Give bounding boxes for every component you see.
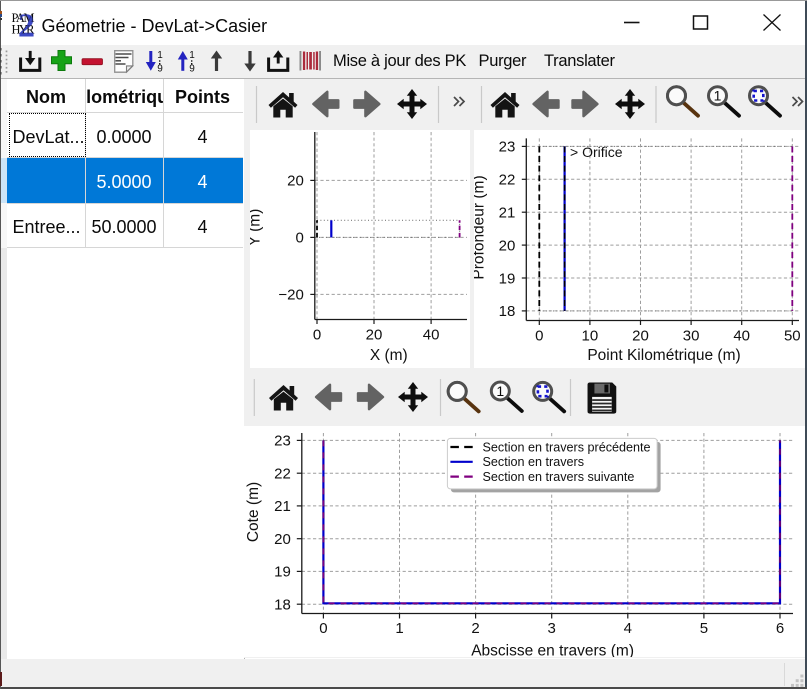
svg-text:Section en travers: Section en travers bbox=[483, 455, 585, 469]
svg-text:22: 22 bbox=[274, 466, 291, 483]
svg-text:0: 0 bbox=[535, 328, 543, 345]
svg-text:30: 30 bbox=[682, 328, 699, 345]
svg-text:23: 23 bbox=[498, 139, 515, 156]
svg-text:20: 20 bbox=[365, 327, 382, 344]
svg-text:21: 21 bbox=[274, 498, 291, 515]
svg-text:X (m): X (m) bbox=[369, 347, 407, 364]
svg-text:10: 10 bbox=[581, 328, 598, 345]
svg-text:Abscisse en travers (m): Abscisse en travers (m) bbox=[471, 643, 634, 658]
svg-text:19: 19 bbox=[498, 270, 515, 287]
svg-text:5: 5 bbox=[700, 620, 708, 637]
svg-text:21: 21 bbox=[498, 205, 515, 222]
svg-text:20: 20 bbox=[632, 328, 649, 345]
svg-text:−20: −20 bbox=[278, 287, 303, 304]
svg-text:18: 18 bbox=[498, 303, 515, 320]
svg-text:4: 4 bbox=[624, 620, 632, 637]
svg-text:20: 20 bbox=[498, 237, 515, 254]
svg-text:20: 20 bbox=[287, 173, 304, 190]
svg-text:> Orifice: > Orifice bbox=[570, 144, 623, 160]
svg-text:19: 19 bbox=[274, 564, 291, 581]
svg-text:9: 9 bbox=[189, 64, 195, 75]
svg-text:40: 40 bbox=[733, 328, 750, 345]
svg-text:Profondeur (m): Profondeur (m) bbox=[474, 175, 488, 279]
svg-text:Section en travers précédente: Section en travers précédente bbox=[483, 440, 651, 454]
svg-text:6: 6 bbox=[776, 620, 784, 637]
svg-text:2: 2 bbox=[18, 10, 35, 38]
svg-text:2: 2 bbox=[471, 620, 479, 637]
svg-text:18: 18 bbox=[274, 597, 291, 614]
svg-text:22: 22 bbox=[498, 172, 515, 189]
svg-text:0: 0 bbox=[295, 230, 303, 247]
svg-text:23: 23 bbox=[274, 433, 291, 450]
svg-text:Cote (m): Cote (m) bbox=[245, 482, 262, 542]
svg-text:0: 0 bbox=[312, 327, 320, 344]
svg-text:9: 9 bbox=[157, 64, 163, 75]
svg-text:40: 40 bbox=[422, 327, 439, 344]
svg-text:0: 0 bbox=[319, 620, 327, 637]
svg-text:3: 3 bbox=[548, 620, 556, 637]
svg-text:1: 1 bbox=[395, 620, 403, 637]
svg-text:Point Kilométrique (m): Point Kilométrique (m) bbox=[587, 347, 740, 364]
svg-text:1: 1 bbox=[189, 50, 195, 61]
svg-text:1: 1 bbox=[157, 50, 163, 61]
svg-text:Y (m): Y (m) bbox=[250, 209, 264, 247]
svg-text:50: 50 bbox=[783, 328, 800, 345]
svg-text:Section en travers suivante: Section en travers suivante bbox=[483, 470, 635, 484]
svg-text:20: 20 bbox=[274, 531, 291, 548]
